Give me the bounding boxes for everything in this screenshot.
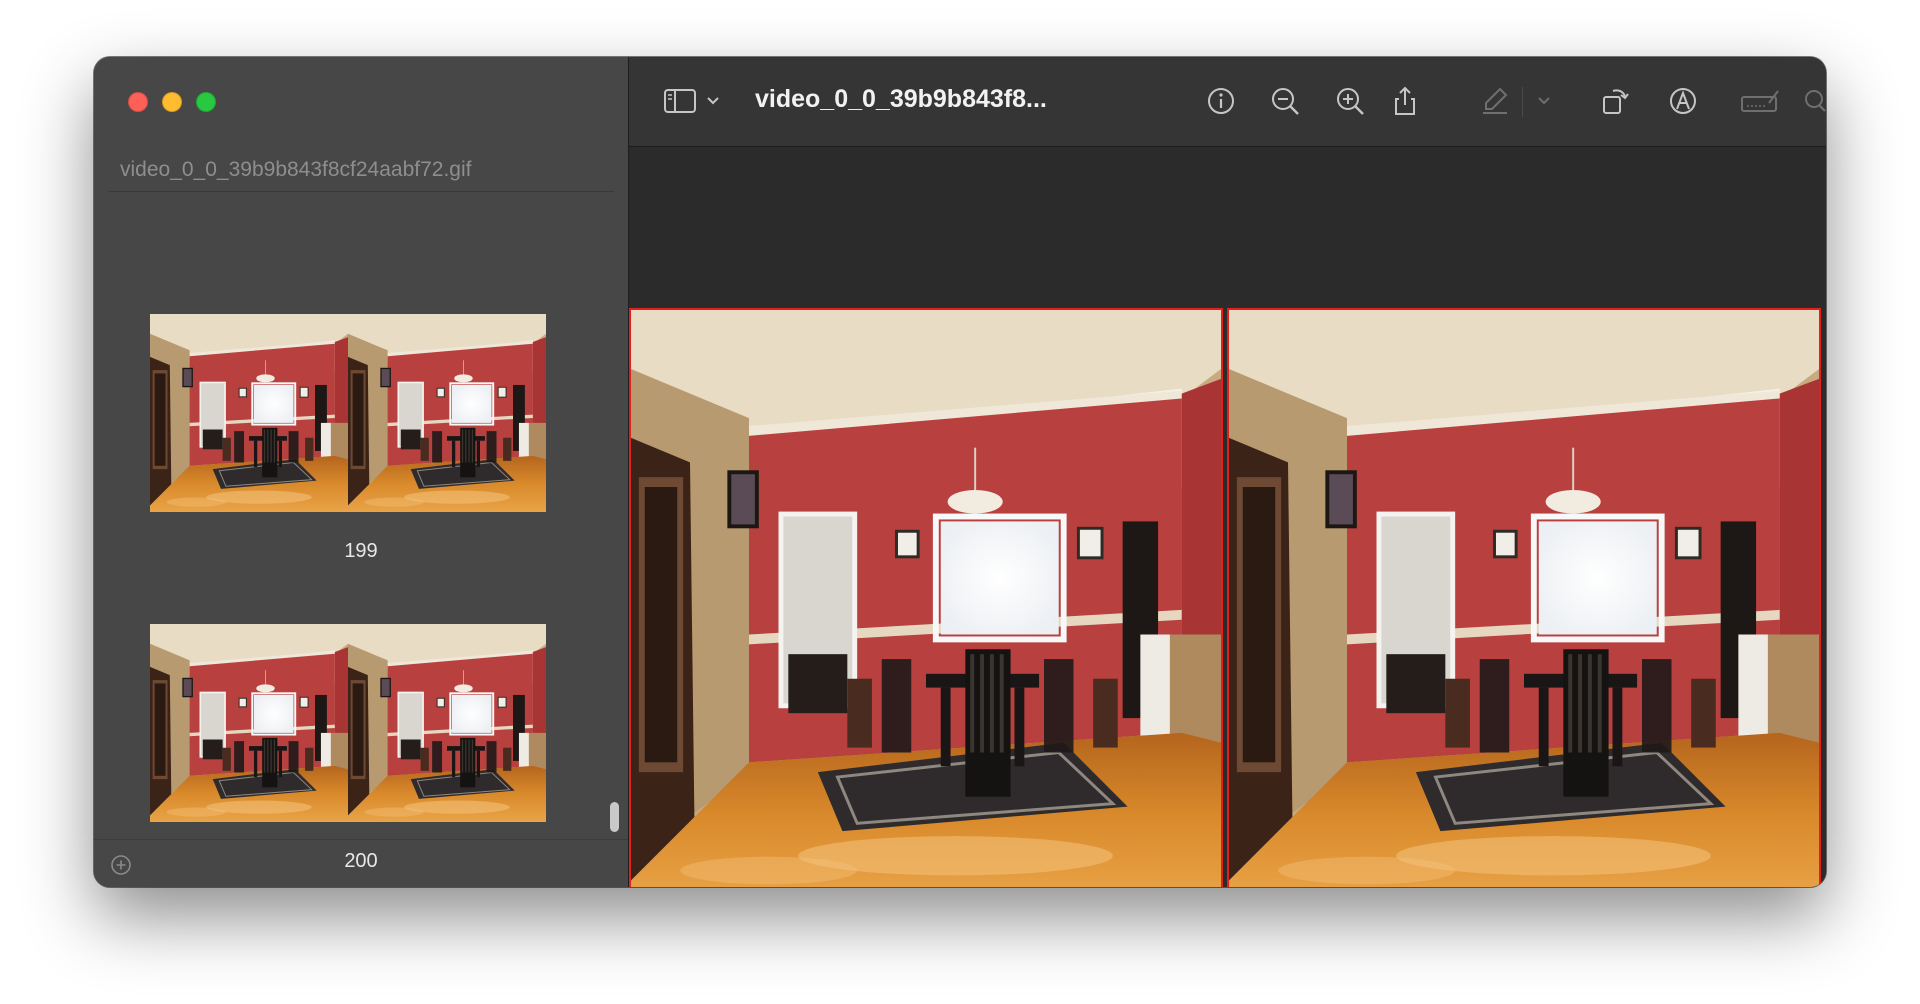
info-icon[interactable] xyxy=(1205,85,1237,117)
thumbnail-image-right xyxy=(348,314,546,512)
thumbnail-image-left xyxy=(150,624,348,822)
search-icon[interactable] xyxy=(1804,85,1826,117)
chevron-down-icon[interactable] xyxy=(704,85,722,117)
document-canvas[interactable] xyxy=(629,147,1826,887)
sidebar-file-title: video_0_0_39b9b843f8cf24aabf72.gif xyxy=(120,158,472,181)
thumbnail-image-right xyxy=(348,624,546,822)
rotate-icon[interactable] xyxy=(1599,85,1631,117)
thumbnail-label: 200 xyxy=(344,850,378,872)
sidebar-toggle-icon[interactable] xyxy=(662,85,698,117)
minimize-button[interactable] xyxy=(162,92,182,112)
thumbnail-list[interactable]: 199 200 xyxy=(94,192,628,872)
window-controls xyxy=(128,92,216,112)
preview-window: video_0_0_39b9b843f8cf24aabf72.gif 199 2… xyxy=(94,57,1826,887)
frame-image-right xyxy=(1227,308,1821,887)
thumbnail-frame-199[interactable] xyxy=(150,314,546,512)
toolbar-separator xyxy=(1522,87,1523,117)
sidebar-bottom-divider xyxy=(94,839,628,840)
zoom-button[interactable] xyxy=(196,92,216,112)
thumbnail-image-left xyxy=(150,314,348,512)
viewer-main: video_0_0_39b9b843f8... xyxy=(629,57,1826,887)
zoom-in-icon[interactable] xyxy=(1334,85,1366,117)
markup-icon[interactable] xyxy=(1667,85,1699,117)
sidebar-scrollbar[interactable] xyxy=(610,802,619,832)
chevron-down-icon[interactable] xyxy=(1535,85,1553,117)
sign-icon[interactable] xyxy=(1739,85,1781,117)
thumbnail-frame-200[interactable] xyxy=(150,624,546,822)
thumbnail-sidebar: video_0_0_39b9b843f8cf24aabf72.gif 199 2… xyxy=(94,57,629,887)
share-icon[interactable] xyxy=(1389,85,1421,117)
close-button[interactable] xyxy=(128,92,148,112)
thumbnail-label: 199 xyxy=(344,540,378,562)
document-title[interactable]: video_0_0_39b9b843f8... xyxy=(755,85,1047,114)
frame-image-left xyxy=(629,308,1223,887)
plus-circle-icon[interactable] xyxy=(110,854,132,876)
zoom-out-icon[interactable] xyxy=(1269,85,1301,117)
highlight-pen-icon[interactable] xyxy=(1479,85,1511,117)
toolbar: video_0_0_39b9b843f8... xyxy=(629,57,1826,147)
